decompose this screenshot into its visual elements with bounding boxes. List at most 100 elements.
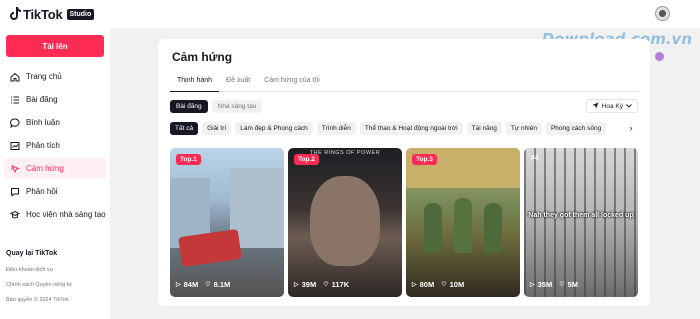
sidebar-item-posts[interactable]: Bài đăng [4, 89, 106, 110]
feedback-icon [10, 187, 20, 197]
chip-lifestyle[interactable]: Phong cách sống [545, 122, 607, 135]
sidebar-item-home[interactable]: Trang chủ [4, 66, 106, 87]
watermark-dot [655, 52, 664, 61]
chip-entertainment[interactable]: Giải trí [202, 122, 232, 135]
tab-my-inspiration[interactable]: Cảm hứng của tôi [257, 75, 327, 92]
country-label: Hoa Kỳ [601, 102, 623, 110]
figure-shape [424, 203, 442, 253]
heart-icon: ♡ [559, 282, 565, 288]
video-caption: Nah they got them all locked up [528, 212, 634, 219]
chevron-down-icon [626, 103, 632, 110]
heart-icon: ♡ [441, 282, 447, 288]
likes-count: 5M [567, 280, 579, 289]
video-card[interactable]: THE RINGS OF POWER Top.2 ▷ 39M ♡ 117K [288, 148, 402, 297]
back-to-tiktok-link[interactable]: Quay lại TikTok [6, 250, 106, 257]
country-select[interactable]: Hoa Kỳ [585, 99, 638, 113]
video-card[interactable]: Top.3 ▷ 80M ♡ 10M [406, 148, 520, 297]
tab-bar: Thịnh hành Đề xuất Cảm hứng của tôi [170, 75, 638, 92]
sidebar-item-label: Bài đăng [26, 95, 58, 104]
home-icon [10, 72, 20, 82]
video-grid: Top.1 ▷ 84M ♡ 8.1M THE RINGS OF POWER Top.… [170, 148, 638, 297]
views-count: 39M [301, 280, 317, 289]
sidebar-item-label: Trang chủ [26, 72, 62, 81]
chip-nature[interactable]: Tự nhiên [505, 122, 542, 135]
rank-badge: Top.3 [412, 154, 437, 165]
rank-badge: Top.2 [294, 154, 319, 165]
video-stats: ▷ 80M ♡ 10M [412, 280, 464, 289]
upload-button[interactable]: Tải lên [6, 35, 104, 57]
academy-icon [10, 210, 20, 220]
likes-count: 117K [331, 280, 350, 289]
studio-badge: Studio [66, 8, 95, 20]
category-chips: Tất cả Giải trí Làm đẹp & Phong cách Trì… [170, 122, 638, 136]
tiktok-logo-icon [9, 7, 21, 21]
chip-all[interactable]: Tất cả [170, 122, 199, 135]
list-icon [10, 95, 20, 105]
tiktok-studio-logo[interactable]: TikTok Studio [9, 6, 95, 22]
rank-badge: Top.1 [176, 154, 201, 165]
toggle-posts[interactable]: Bài đăng [170, 100, 208, 113]
sidebar-item-inspiration[interactable]: Cảm hứng [4, 158, 106, 179]
likes-stat: ♡ 10M [441, 280, 464, 289]
video-stats: ▷ 39M ♡ 117K [294, 280, 349, 289]
sidebar-item-label: Cảm hứng [26, 164, 64, 173]
page-title: Cảm hứng [172, 50, 233, 64]
sidebar-item-label: Phản hồi [26, 187, 58, 196]
toggle-creators[interactable]: Nhà sáng tạo [211, 100, 263, 113]
likes-stat: ♡ 117K [323, 280, 349, 289]
heart-icon: ♡ [205, 282, 211, 288]
chip-sports-outdoor[interactable]: Thể thao & Hoạt động ngoài trời [359, 122, 463, 135]
inspiration-card: Cảm hứng Thịnh hành Đề xuất Cảm hứng của… [158, 39, 650, 306]
play-icon: ▷ [294, 282, 299, 288]
privacy-link[interactable]: Chính sách Quyền riêng tư [6, 282, 106, 288]
likes-count: 8.1M [213, 280, 231, 289]
face-shape [310, 176, 380, 266]
sidebar-item-label: Học viện nhà sáng tạo [26, 210, 106, 219]
views-stat: ▷ 80M [412, 280, 434, 289]
tab-suggested[interactable]: Đề xuất [219, 75, 257, 92]
chip-talent[interactable]: Tài năng [466, 122, 502, 135]
copyright-text: Bản quyền © 2024 TikTok [6, 297, 69, 303]
chip-beauty-style[interactable]: Làm đẹp & Phong cách [235, 122, 313, 135]
sidebar-item-label: Phân tích [26, 141, 60, 150]
sidebar-item-analytics[interactable]: Phân tích [4, 135, 106, 156]
top-bar: TikTok Studio Download.com.vn [0, 0, 700, 48]
sidebar-nav: Trang chủ Bài đăng Bình luận Phân tích C… [4, 66, 106, 227]
play-icon: ▷ [412, 282, 417, 288]
play-icon: ▷ [176, 282, 181, 288]
sidebar-item-feedback[interactable]: Phản hồi [4, 181, 106, 202]
play-icon: ▷ [530, 282, 535, 288]
inspiration-icon [10, 164, 20, 174]
sidebar-item-academy[interactable]: Học viện nhà sáng tạo [4, 204, 106, 225]
video-stats: ▷ 84M ♡ 8.1M [176, 280, 230, 289]
content-type-toggle: Bài đăng Nhà sáng tạo [170, 100, 266, 113]
chevron-right-icon[interactable]: › [624, 122, 638, 135]
location-arrow-icon [592, 102, 599, 111]
video-stats: ▷ 35M ♡ 5M [530, 280, 578, 289]
chart-icon [10, 141, 20, 151]
views-stat: ▷ 39M [294, 280, 316, 289]
sidebar-item-label: Bình luận [26, 118, 60, 127]
likes-count: 10M [449, 280, 465, 289]
views-count: 35M [537, 280, 553, 289]
video-card[interactable]: #4 Nah they got them all locked up ▷ 35M … [524, 148, 638, 297]
cell-bars-shape [524, 148, 638, 297]
sidebar-footer: Quay lại TikTok Điều khoản dịch vụ Chính… [6, 250, 106, 312]
views-count: 80M [419, 280, 435, 289]
terms-link[interactable]: Điều khoản dịch vụ [6, 267, 106, 273]
figure-shape [454, 198, 472, 253]
figure-shape [484, 203, 502, 253]
avatar[interactable] [655, 6, 670, 21]
heart-icon: ♡ [323, 282, 329, 288]
sidebar: Tải lên Trang chủ Bài đăng Bình luận Phâ… [0, 28, 110, 319]
tab-trending[interactable]: Thịnh hành [170, 75, 220, 92]
likes-stat: ♡ 8.1M [205, 280, 230, 289]
logo-text: TikTok [23, 6, 63, 22]
video-card[interactable]: Top.1 ▷ 84M ♡ 8.1M [170, 148, 284, 297]
chip-performance[interactable]: Trình diễn [316, 122, 356, 135]
comment-icon [10, 117, 20, 128]
views-stat: ▷ 35M [530, 280, 552, 289]
sidebar-item-comments[interactable]: Bình luận [4, 112, 106, 133]
views-count: 84M [183, 280, 199, 289]
likes-stat: ♡ 5M [559, 280, 578, 289]
